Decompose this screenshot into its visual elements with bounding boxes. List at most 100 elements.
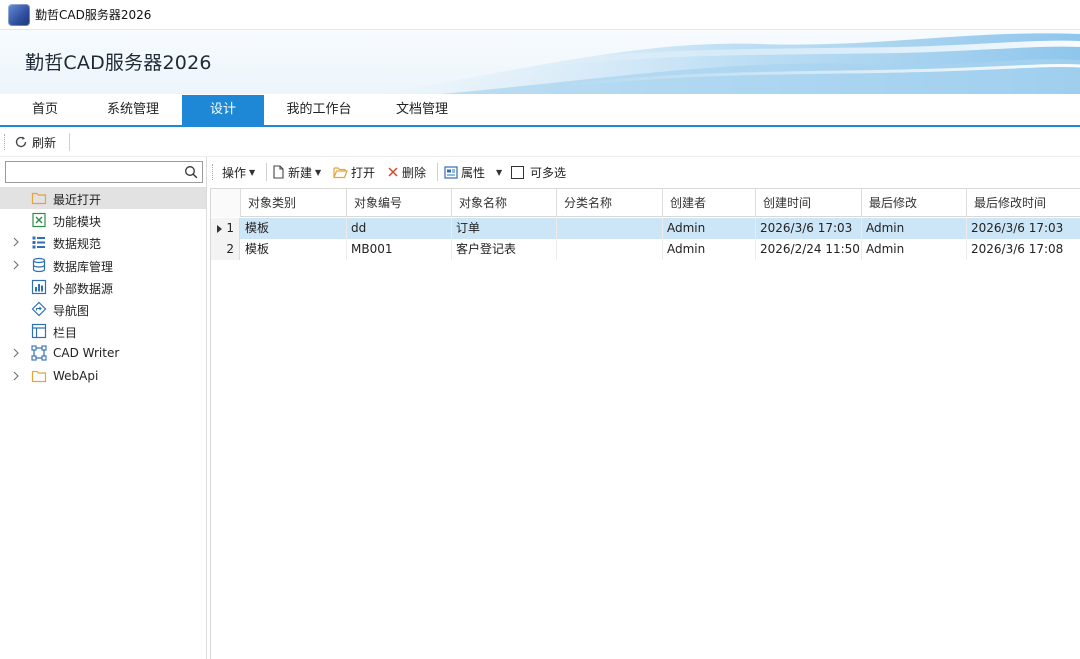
chevron-right-icon[interactable] <box>12 371 20 381</box>
row-indicator[interactable]: 1 <box>211 218 240 239</box>
tree-item-label: 最近打开 <box>53 193 102 207</box>
delete-label: 删除 <box>402 165 427 180</box>
database-icon <box>32 257 46 272</box>
frame-icon <box>31 345 47 361</box>
objects-data-grid: 对象类别 对象编号 对象名称 分类名称 创建者 创建时间 最后修改 最后修改时间… <box>210 188 1080 659</box>
refresh-label: 刷新 <box>32 135 57 150</box>
tree-search-input[interactable] <box>6 162 176 182</box>
refresh-button[interactable]: 刷新 <box>14 132 56 152</box>
toolbar-grip[interactable] <box>212 164 214 180</box>
chart-icon <box>31 279 47 294</box>
title-bar: 勤哲CAD服务器2026 <box>0 0 1080 30</box>
tree-item-database-management[interactable]: 数据库管理 <box>0 254 206 276</box>
table-cell[interactable]: 模板 <box>241 239 347 260</box>
tree-item-label: CAD Writer <box>53 346 120 361</box>
table-cell[interactable] <box>557 239 663 260</box>
toolbar-grip[interactable] <box>4 134 6 150</box>
tree-item-webapi[interactable]: WebApi <box>0 365 206 387</box>
table-row[interactable]: 1 模板 dd 订单 Admin 2026/3/6 17:03 Admin 20… <box>211 218 1080 239</box>
multiselect-label: 可多选 <box>530 165 567 180</box>
properties-dropdown-button[interactable]: ▼ <box>496 162 502 182</box>
excel-icon <box>32 213 46 228</box>
column-header[interactable]: 对象编号 <box>347 189 452 217</box>
chevron-right-icon[interactable] <box>12 237 20 247</box>
row-number: 1 <box>226 221 234 235</box>
tab-home[interactable]: 首页 <box>14 95 76 125</box>
new-button[interactable]: 新建 ▼ <box>272 162 321 182</box>
toolbar-separator <box>266 163 267 181</box>
tree-item-label: 外部数据源 <box>53 281 114 296</box>
tab-system-management[interactable]: 系统管理 <box>92 95 174 125</box>
tab-my-workbench[interactable]: 我的工作台 <box>274 95 364 125</box>
column-header[interactable]: 创建时间 <box>756 189 862 217</box>
open-button[interactable]: 打开 <box>333 162 375 182</box>
table-cell[interactable]: 2026/2/24 11:50 <box>756 239 862 260</box>
tree-item-recent[interactable]: 最近打开 <box>0 187 206 210</box>
table-cell[interactable]: Admin <box>663 218 756 239</box>
table-cell[interactable]: Admin <box>862 218 967 239</box>
column-header[interactable]: 对象名称 <box>452 189 557 217</box>
delete-x-icon <box>388 167 398 177</box>
properties-icon <box>444 165 458 179</box>
column-header[interactable]: 对象类别 <box>241 189 347 217</box>
grid-header-row: 对象类别 对象编号 对象名称 分类名称 创建者 创建时间 最后修改 最后修改时间 <box>211 189 1080 217</box>
dropdown-arrow-icon: ▼ <box>249 167 256 177</box>
operate-dropdown-button[interactable]: 操作 ▼ <box>222 162 255 182</box>
chevron-right-icon[interactable] <box>12 348 20 358</box>
banner-title: 勤哲CAD服务器2026 <box>25 52 212 74</box>
grid-toolbar: 操作 ▼ 新建 ▼ 打开 删除 属性 ▼ 可多选 <box>208 157 1080 187</box>
new-label: 新建 <box>288 165 313 180</box>
left-navigation-panel: 最近打开 功能模块 数据规范 数据库管理 外部数据源 导航图 栏目 CAD Wr… <box>0 157 207 659</box>
multiselect-checkbox[interactable] <box>511 165 524 179</box>
properties-button[interactable]: 属性 <box>444 162 485 182</box>
table-cell[interactable]: MB001 <box>347 239 452 260</box>
tree-search-box <box>5 161 203 183</box>
tree-item-cad-writer[interactable]: CAD Writer <box>0 342 206 364</box>
table-cell[interactable] <box>557 218 663 239</box>
operate-label: 操作 <box>222 165 247 180</box>
top-toolbar: 刷新 <box>0 127 1080 157</box>
tab-document-management[interactable]: 文档管理 <box>380 95 464 125</box>
column-header[interactable]: 分类名称 <box>557 189 663 217</box>
table-cell[interactable]: 2026/3/6 17:08 <box>967 239 1080 260</box>
row-indicator[interactable]: 2 <box>211 239 240 260</box>
refresh-icon <box>15 136 27 148</box>
tree-item-navigation-map[interactable]: 导航图 <box>0 298 206 320</box>
tree-item-function-modules[interactable]: 功能模块 <box>0 209 206 231</box>
tree-item-column[interactable]: 栏目 <box>0 320 206 342</box>
tree-item-label: 数据库管理 <box>53 259 114 274</box>
navigation-icon <box>31 301 47 317</box>
search-icon[interactable] <box>184 165 198 179</box>
table-cell[interactable]: 模板 <box>241 218 347 239</box>
tab-design[interactable]: 设计 <box>182 95 264 125</box>
column-header[interactable]: 最后修改时间 <box>967 189 1080 217</box>
app-logo-icon <box>8 3 30 26</box>
table-cell[interactable]: 2026/3/6 17:03 <box>756 218 862 239</box>
table-cell[interactable]: Admin <box>862 239 967 260</box>
tree-item-label: 导航图 <box>53 303 90 318</box>
column-header[interactable]: 最后修改 <box>862 189 967 217</box>
multiselect-toggle[interactable]: 可多选 <box>511 162 566 182</box>
tree-item-external-datasource[interactable]: 外部数据源 <box>0 276 206 298</box>
window-title: 勤哲CAD服务器2026 <box>35 8 152 22</box>
main-tab-bar: 首页 系统管理 设计 我的工作台 文档管理 <box>0 94 1080 127</box>
tree-item-label: WebApi <box>53 368 99 383</box>
table-cell[interactable]: 客户登记表 <box>452 239 557 260</box>
open-folder-icon <box>333 166 348 178</box>
column-header[interactable]: 创建者 <box>663 189 756 217</box>
folder-icon <box>31 370 47 382</box>
table-row[interactable]: 2 模板 MB001 客户登记表 Admin 2026/2/24 11:50 A… <box>211 239 1080 260</box>
chevron-right-icon[interactable] <box>12 260 20 270</box>
navigation-tree: 最近打开 功能模块 数据规范 数据库管理 外部数据源 导航图 栏目 CAD Wr… <box>0 187 206 387</box>
table-cell[interactable]: dd <box>347 218 452 239</box>
current-row-arrow-icon <box>217 225 222 233</box>
tree-item-data-specification[interactable]: 数据规范 <box>0 231 206 253</box>
tree-item-label: 栏目 <box>53 326 78 341</box>
table-cell[interactable]: Admin <box>663 239 756 260</box>
table-cell[interactable]: 2026/3/6 17:03 <box>967 218 1080 239</box>
header-banner: 勤哲CAD服务器2026 <box>0 30 1080 94</box>
toolbar-separator <box>437 163 438 181</box>
table-cell[interactable]: 订单 <box>452 218 557 239</box>
folder-icon <box>31 192 47 205</box>
delete-button[interactable]: 删除 <box>387 162 426 182</box>
